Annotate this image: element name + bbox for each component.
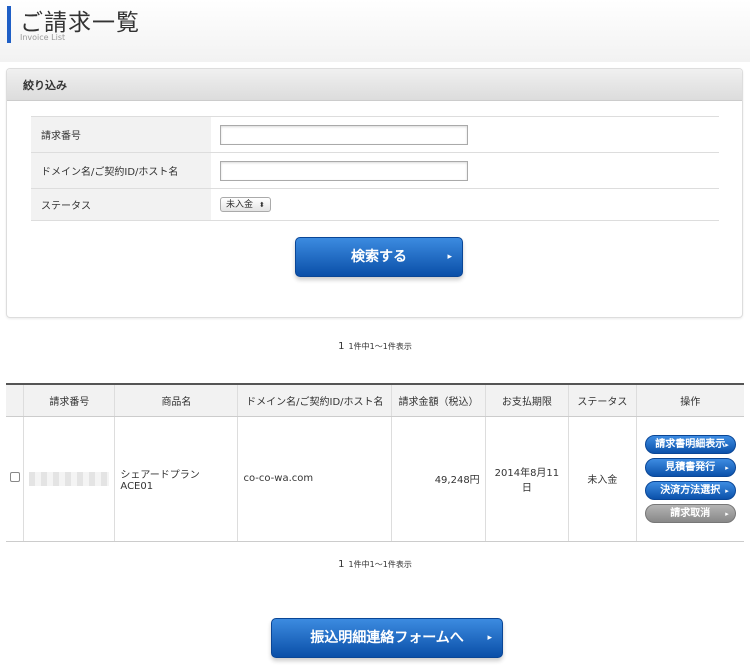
filter-panel: 絞り込み 請求番号 ドメイン名/ご契約ID/ホスト名 ステータス 未入金 ⬍ 検索…: [6, 68, 743, 318]
pager-page-number[interactable]: 1: [338, 559, 344, 570]
domain-input[interactable]: [220, 160, 468, 181]
table-row: シェアードプラン ACE01 co-co-wa.com 49,248円 2014…: [6, 416, 744, 542]
select-arrow-icon: ⬍: [259, 201, 265, 209]
invoice-number-redacted: [29, 471, 110, 486]
header-due-date: お支払期限: [484, 383, 569, 417]
invoice-table: 請求番号 商品名 ドメイン名/ご契約ID/ホスト名 請求金額（税込） お支払期限…: [6, 383, 744, 542]
page-header: ご請求一覧 Invoice List: [0, 0, 750, 62]
pager-page-number[interactable]: 1: [338, 341, 344, 352]
domain-cell: co-co-wa.com: [237, 416, 392, 542]
page-subtitle: Invoice List: [20, 33, 66, 42]
product-cell: シェアードプラン ACE01: [114, 416, 238, 542]
header-select: [6, 383, 24, 417]
pager-summary: 1件中1～1件表示: [348, 560, 412, 569]
search-button-label: 検索する: [351, 249, 407, 265]
filter-heading: 絞り込み: [7, 69, 742, 101]
cancel-invoice-label: 請求取消: [670, 507, 711, 519]
chevron-right-icon: ▸: [487, 633, 492, 643]
filter-form: 請求番号 ドメイン名/ご契約ID/ホスト名 ステータス 未入金 ⬍: [31, 116, 719, 221]
header-domain: ドメイン名/ご契約ID/ホスト名: [237, 383, 392, 417]
title-accent-bar: [7, 6, 11, 43]
domain-label: ドメイン名/ご契約ID/ホスト名: [31, 152, 211, 189]
amount-cell: 49,248円: [391, 416, 486, 542]
actions-cell: 請求書明細表示 ▸ 見積書発行 ▸ 決済方法選択 ▸ 請求取消 ▸: [635, 416, 744, 542]
pager-bottom: 1 1件中1～1件表示: [0, 559, 750, 570]
header-amount: 請求金額（税込）: [391, 383, 486, 417]
row-checkbox[interactable]: [9, 472, 20, 482]
header-status: ステータス: [568, 383, 637, 417]
status-select-value: 未入金: [226, 200, 254, 210]
chevron-right-icon: ▸: [725, 463, 729, 472]
transfer-form-button[interactable]: 振込明細連絡フォームへ ▸: [271, 618, 503, 658]
status-label: ステータス: [31, 188, 211, 221]
payment-method-button[interactable]: 決済方法選択 ▸: [644, 480, 736, 500]
status-select[interactable]: 未入金 ⬍: [220, 197, 271, 212]
transfer-form-label: 振込明細連絡フォームへ: [310, 630, 464, 646]
search-button[interactable]: 検索する ▸: [295, 237, 463, 277]
chevron-right-icon: ▸: [725, 440, 729, 449]
payment-method-label: 決済方法選択: [660, 484, 721, 496]
chevron-right-icon: ▸: [725, 509, 729, 518]
chevron-right-icon: ▸: [447, 252, 452, 262]
cancel-invoice-button[interactable]: 請求取消 ▸: [644, 503, 736, 523]
header-actions: 操作: [635, 383, 744, 417]
invoice-number-label: 請求番号: [31, 116, 211, 153]
invoice-detail-button[interactable]: 請求書明細表示 ▸: [644, 434, 736, 454]
header-invoice-number: 請求番号: [23, 383, 115, 417]
pager-top: 1 1件中1～1件表示: [0, 341, 750, 352]
table-header-row: 請求番号 商品名 ドメイン名/ご契約ID/ホスト名 請求金額（税込） お支払期限…: [6, 383, 744, 417]
invoice-number-input[interactable]: [220, 124, 468, 145]
invoice-detail-label: 請求書明細表示: [655, 438, 726, 450]
quote-issue-button[interactable]: 見積書発行 ▸: [644, 457, 736, 477]
header-product: 商品名: [114, 383, 238, 417]
pager-summary: 1件中1～1件表示: [348, 342, 412, 351]
page-title: ご請求一覧: [20, 10, 140, 36]
due-date-cell: 2014年8月11日: [484, 416, 569, 542]
quote-issue-label: 見積書発行: [665, 461, 716, 473]
chevron-right-icon: ▸: [725, 486, 729, 495]
status-cell: 未入金: [568, 416, 637, 542]
